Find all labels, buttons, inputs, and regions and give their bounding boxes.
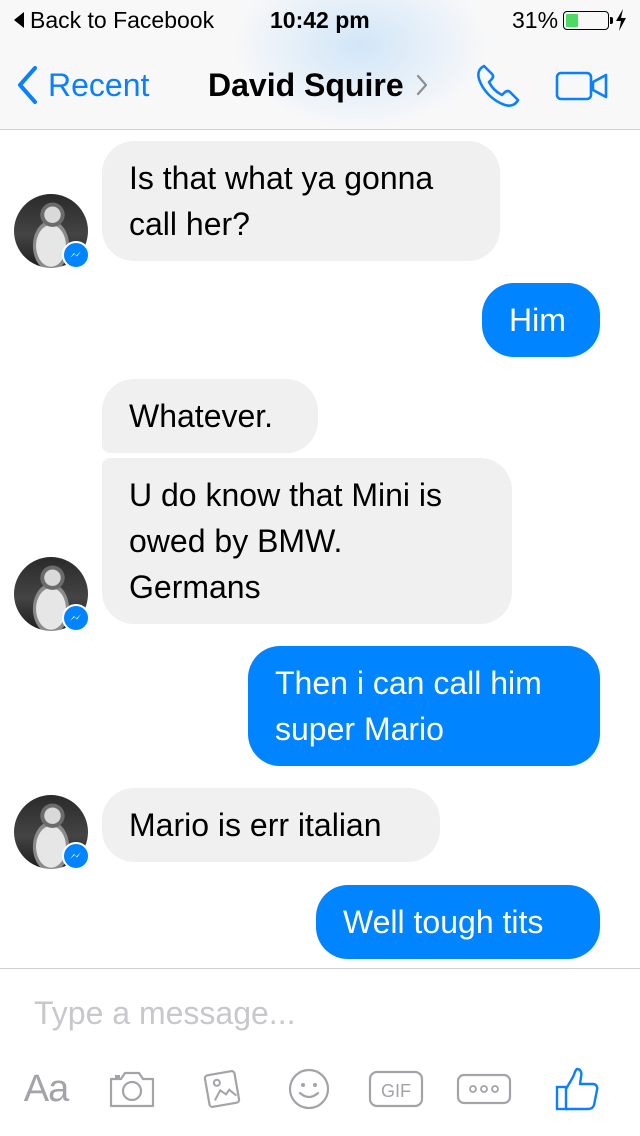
video-call-icon[interactable] (555, 70, 609, 102)
message-thread[interactable]: Is that what ya gonna call her? Him Whate… (0, 131, 640, 968)
message-bubble-incoming[interactable]: Is that what ya gonna call her? (102, 141, 500, 261)
more-button[interactable] (456, 1059, 512, 1119)
contact-avatar[interactable] (14, 557, 90, 632)
conversation-title[interactable]: David Squire (208, 63, 428, 107)
more-icon (456, 1073, 512, 1105)
contact-name: David Squire (208, 66, 404, 103)
back-to-app-link[interactable]: Back to Facebook (14, 6, 214, 34)
message-input[interactable]: Type a message... (34, 995, 295, 1032)
message-bubble-incoming[interactable]: Whatever. (102, 379, 318, 453)
back-triangle-icon (14, 12, 24, 28)
messenger-badge-icon (62, 604, 90, 632)
message-text: Well tough tits (343, 904, 544, 940)
contact-avatar[interactable] (14, 194, 90, 269)
photo-button[interactable] (196, 1059, 250, 1119)
message-bubble-incoming[interactable]: U do know that Mini is owed by BMW. German… (102, 458, 512, 624)
back-button[interactable]: Recent (16, 63, 149, 107)
emoji-icon (288, 1068, 330, 1110)
like-icon (555, 1067, 599, 1111)
charging-bolt-icon (616, 9, 626, 31)
messenger-badge-icon (62, 241, 90, 269)
battery-percent: 31% (512, 7, 559, 33)
message-text: Then i can call him super Mario (275, 665, 542, 747)
contact-avatar[interactable] (14, 795, 90, 870)
battery-icon (563, 11, 613, 30)
gif-icon: GIF (368, 1070, 424, 1108)
gif-button[interactable]: GIF (368, 1059, 424, 1119)
message-text: Him (509, 302, 566, 338)
status-bar: Back to Facebook 10:42 pm 31% (0, 0, 640, 40)
message-bubble-incoming[interactable]: Mario is err italian (102, 788, 440, 862)
message-bubble-outgoing[interactable]: Then i can call him super Mario (248, 646, 600, 766)
camera-icon (109, 1071, 155, 1108)
message-text: Is that what ya gonna call her? (129, 160, 434, 242)
status-time: 10:42 pm (270, 7, 370, 33)
message-text: U do know that Mini is owed by BMW. German… (129, 477, 443, 605)
composer-toolbar: Aa GIF (0, 1059, 640, 1119)
emoji-button[interactable] (285, 1059, 333, 1119)
photo-icon (203, 1070, 241, 1108)
chevron-right-icon (416, 74, 427, 96)
nav-bar: Recent David Squire (0, 40, 640, 130)
back-button-label: Recent (48, 66, 150, 103)
gif-label: GIF (381, 1081, 411, 1101)
message-text: Whatever. (129, 398, 274, 434)
messenger-badge-icon (62, 842, 90, 870)
message-text: Mario is err italian (129, 807, 382, 843)
header: Back to Facebook 10:42 pm 31% Recent Dav… (0, 0, 640, 130)
camera-button[interactable] (105, 1059, 159, 1119)
chevron-left-icon (18, 66, 37, 104)
message-bubble-outgoing[interactable]: Well tough tits (316, 885, 600, 959)
text-format-label: Aa (23, 1067, 69, 1110)
message-bubble-outgoing[interactable]: Him (482, 283, 600, 357)
back-to-app-label: Back to Facebook (30, 6, 215, 33)
text-format-button[interactable]: Aa (18, 1059, 74, 1119)
phone-icon[interactable] (474, 62, 522, 110)
like-button[interactable] (552, 1059, 602, 1119)
composer: Type a message... Aa GIF (0, 968, 640, 1136)
